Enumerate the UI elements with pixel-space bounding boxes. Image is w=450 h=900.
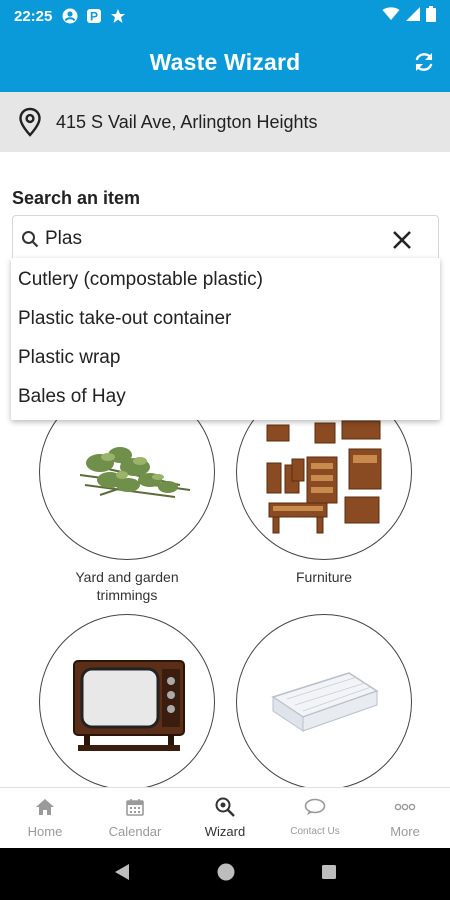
category-electronics[interactable] bbox=[39, 614, 215, 790]
bottom-tab-bar: Home Calendar Wizard Contact Us More bbox=[0, 787, 450, 848]
location-pin-icon bbox=[18, 107, 44, 137]
mattress-image bbox=[271, 672, 379, 732]
svg-text:P: P bbox=[90, 10, 98, 24]
system-nav-bar bbox=[0, 848, 450, 900]
category-label-furniture: Furniture bbox=[295, 569, 353, 585]
account-icon bbox=[62, 8, 78, 24]
wifi-icon bbox=[382, 7, 400, 25]
more-icon bbox=[394, 796, 416, 818]
address-text: 415 S Vail Ave, Arlington Heights bbox=[56, 111, 318, 132]
clear-icon[interactable] bbox=[390, 228, 414, 252]
suggestion-item[interactable]: Cutlery (compostable plastic) bbox=[11, 260, 440, 299]
home-button-icon[interactable] bbox=[216, 862, 236, 887]
tab-label: More bbox=[390, 824, 420, 839]
suggestion-item[interactable]: Plastic take-out container bbox=[11, 299, 440, 338]
tab-wizard[interactable]: Wizard bbox=[180, 788, 270, 848]
tab-label: Home bbox=[27, 824, 63, 839]
back-icon[interactable] bbox=[113, 863, 131, 886]
tab-label: Calendar bbox=[108, 824, 162, 839]
tab-label: Contact Us bbox=[290, 826, 340, 837]
suggestion-dropdown: Cutlery (compostable plastic) Plastic ta… bbox=[11, 258, 440, 420]
wizard-icon bbox=[214, 796, 236, 818]
search-label: Search an item bbox=[12, 188, 141, 208]
refresh-icon[interactable] bbox=[410, 48, 438, 76]
app-bar: Waste Wizard bbox=[0, 32, 450, 92]
star-icon bbox=[110, 8, 126, 24]
chat-icon bbox=[304, 796, 326, 818]
tab-label: Wizard bbox=[204, 824, 246, 839]
search-input[interactable]: Plas bbox=[12, 215, 439, 263]
status-time: 22:25 bbox=[14, 7, 53, 25]
yard-label-line1: Yard and garden bbox=[75, 569, 179, 585]
suggestion-item[interactable]: Plastic wrap bbox=[11, 338, 440, 377]
suggestion-item[interactable]: Bales of Hay bbox=[11, 377, 440, 416]
parking-icon: P bbox=[86, 8, 102, 24]
signal-icon bbox=[406, 7, 420, 25]
television-image bbox=[73, 660, 185, 751]
tab-contact[interactable]: Contact Us bbox=[270, 788, 360, 848]
address-bar[interactable]: 415 S Vail Ave, Arlington Heights bbox=[0, 92, 450, 152]
recents-icon[interactable] bbox=[321, 864, 337, 885]
tab-calendar[interactable]: Calendar bbox=[90, 788, 180, 848]
battery-icon bbox=[426, 6, 436, 26]
tab-home[interactable]: Home bbox=[0, 788, 90, 848]
app-title: Waste Wizard bbox=[149, 48, 301, 75]
home-icon bbox=[34, 796, 56, 818]
tab-more[interactable]: More bbox=[360, 788, 450, 848]
status-bar: 22:25 P bbox=[0, 0, 450, 32]
search-value: Plas bbox=[45, 228, 82, 249]
category-mattress[interactable] bbox=[236, 614, 412, 790]
category-label-yard: Yard and garden trimmings bbox=[27, 568, 227, 604]
yard-label-line2: trimmings bbox=[96, 587, 158, 603]
search-icon bbox=[21, 229, 41, 249]
calendar-icon bbox=[124, 796, 146, 818]
